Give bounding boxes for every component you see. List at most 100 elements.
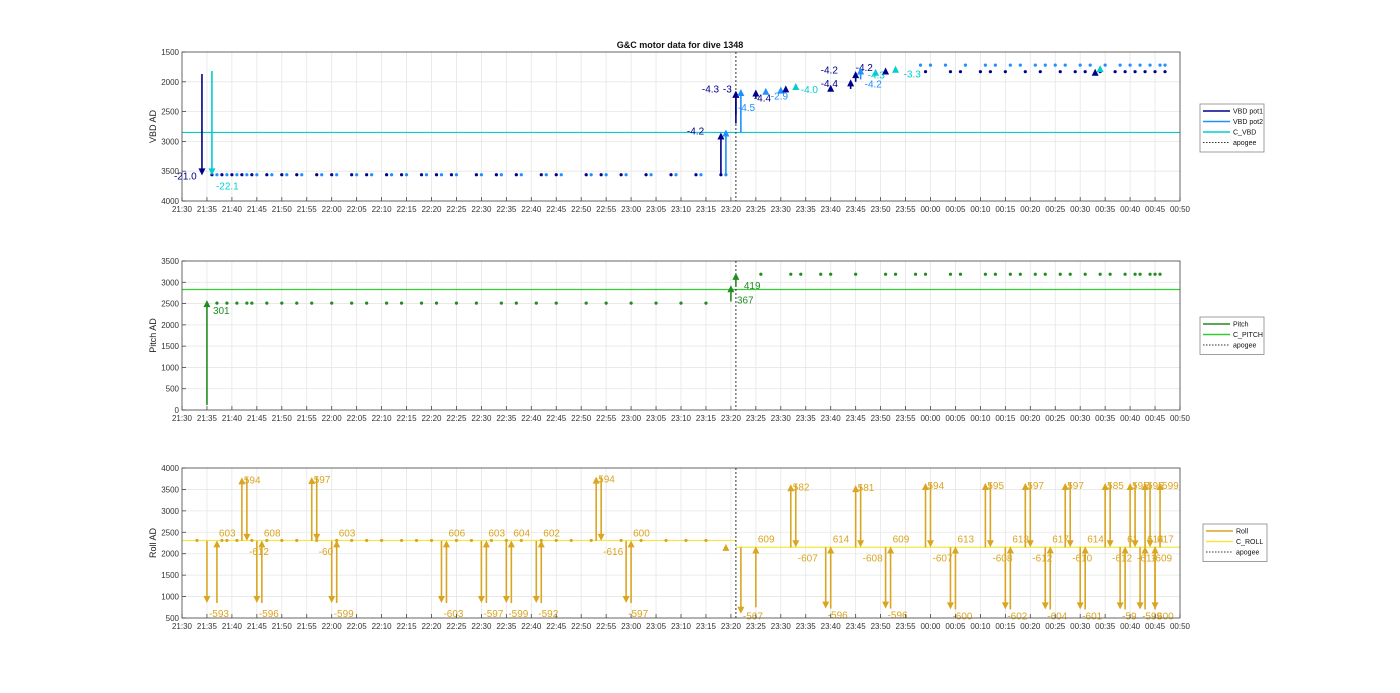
arrow-label-roll: 614: [833, 534, 850, 545]
data-point-vbd: [250, 173, 254, 177]
legend-label-roll: Roll: [1236, 529, 1249, 536]
data-point-pitch: [384, 301, 389, 305]
data-point-vbd: [419, 173, 424, 177]
data-point-vbd: [649, 173, 653, 177]
data-point-vbd: [1113, 70, 1117, 74]
data-point-roll: [365, 538, 369, 543]
data-point-vbd: [335, 173, 339, 177]
data-point-pitch: [923, 272, 928, 276]
x-tick-label-vbd: 22:35: [496, 205, 517, 214]
x-tick-label-vbd: 21:35: [197, 205, 218, 214]
data-point-vbd: [285, 173, 289, 177]
data-point-pitch: [225, 301, 229, 305]
x-tick-label-roll: 00:50: [1170, 622, 1191, 631]
data-point-vbd: [245, 173, 249, 177]
arrow-label-roll: -607: [798, 553, 818, 564]
panel-roll: -593603594-612-596608597-60-599603-60360…: [148, 464, 1268, 631]
data-point-vbd: [1078, 63, 1082, 67]
data-point-pitch: [1148, 272, 1152, 276]
data-point-pitch: [554, 301, 558, 305]
x-tick-label-pitch: 00:45: [1145, 414, 1166, 423]
data-point-vbd: [384, 173, 389, 177]
data-point-pitch: [1153, 272, 1157, 276]
x-tick-label-roll: 21:45: [247, 622, 268, 631]
data-point-vbd: [1128, 63, 1132, 67]
x-tick-label-vbd: 21:50: [272, 205, 293, 214]
data-point-vbd: [270, 173, 274, 177]
arrow-label-vbd: -4.4: [821, 79, 839, 90]
data-point-pitch: [1158, 272, 1162, 276]
x-tick-label-vbd: 00:05: [945, 205, 966, 214]
legend-label-vbd: apogee: [1233, 140, 1256, 147]
x-tick-label-pitch: 23:05: [646, 414, 667, 423]
data-point-pitch: [310, 301, 314, 305]
x-tick-label-pitch: 21:30: [172, 414, 193, 423]
legend-label-pitch: apogee: [1233, 343, 1256, 350]
data-point-vbd: [404, 173, 409, 177]
x-tick-label-roll: 00:00: [920, 622, 941, 631]
arrow-label-roll: 606: [448, 528, 465, 539]
y-tick-label-roll: 1500: [161, 571, 179, 580]
x-tick-label-vbd: 23:15: [696, 205, 717, 214]
data-point-vbd: [1058, 70, 1062, 74]
data-point-pitch: [280, 301, 284, 305]
arrow-label-roll: 617: [1052, 534, 1069, 545]
data-point-pitch: [1083, 272, 1087, 276]
data-point-pitch: [1058, 272, 1062, 276]
x-tick-label-roll: 21:40: [222, 622, 243, 631]
x-tick-label-pitch: 23:35: [796, 414, 817, 423]
x-tick-label-pitch: 00:00: [920, 414, 941, 423]
legend-label-pitch: Pitch: [1233, 322, 1249, 329]
data-point-vbd: [399, 173, 404, 177]
y-tick-label-pitch: 3500: [161, 257, 179, 266]
x-tick-label-roll: 22:35: [496, 622, 517, 631]
arrow-label-pitch: 419: [744, 281, 761, 292]
data-point-vbd: [389, 173, 394, 177]
data-point-pitch: [250, 301, 254, 305]
data-point-vbd: [1033, 63, 1037, 67]
data-point-vbd: [365, 173, 369, 177]
y-tick-label-pitch: 3000: [161, 278, 179, 287]
data-point-pitch: [265, 301, 269, 305]
x-tick-label-pitch: 22:35: [496, 414, 517, 423]
arrow-label-roll: 602: [543, 528, 560, 539]
data-point-pitch: [499, 301, 503, 305]
y-tick-label-vbd: 2000: [161, 78, 179, 87]
y-tick-label-roll: 3500: [161, 485, 179, 494]
arrow-label-roll: 603: [488, 528, 505, 539]
arrow-label-roll: -616: [603, 547, 623, 558]
arrow-label-pitch: 367: [737, 295, 754, 306]
x-tick-label-pitch: 21:45: [247, 414, 268, 423]
x-tick-label-vbd: 00:50: [1170, 205, 1191, 214]
data-point-vbd: [494, 173, 498, 177]
x-tick-label-roll: 23:15: [696, 622, 717, 631]
data-point-vbd: [355, 173, 359, 177]
data-point-pitch: [1018, 272, 1022, 276]
x-tick-label-vbd: 23:30: [771, 205, 792, 214]
x-tick-label-vbd: 22:20: [421, 205, 442, 214]
x-tick-label-pitch: 23:30: [771, 414, 792, 423]
x-tick-label-pitch: 22:25: [446, 414, 467, 423]
arrow-label-roll: 61: [1127, 534, 1139, 545]
x-tick-label-vbd: 22:10: [372, 205, 393, 214]
y-tick-label-vbd: 1500: [161, 48, 179, 57]
data-point-vbd: [280, 173, 284, 177]
x-tick-label-pitch: 23:10: [671, 414, 692, 423]
x-tick-label-pitch: 22:00: [322, 414, 343, 423]
data-point-vbd: [370, 173, 374, 177]
data-point-vbd: [544, 173, 548, 177]
data-point-vbd: [1133, 70, 1137, 74]
data-point-vbd: [519, 173, 523, 177]
data-point-vbd: [1073, 70, 1077, 74]
data-point-roll: [295, 538, 299, 543]
y-tick-label-roll: 4000: [161, 464, 179, 473]
y-axis-label-roll: Roll AD: [148, 527, 158, 558]
data-point-vbd: [1088, 63, 1092, 67]
x-tick-label-pitch: 23:55: [896, 414, 917, 423]
x-tick-label-vbd: 23:20: [721, 205, 742, 214]
panel-pitch: 301367419050010001500200025003000350021:…: [148, 257, 1265, 423]
arrow-label-vbd: -4.5: [738, 103, 756, 114]
data-point-vbd: [1043, 63, 1047, 67]
x-tick-label-roll: 00:45: [1145, 622, 1166, 631]
y-tick-label-vbd: 2500: [161, 108, 179, 117]
